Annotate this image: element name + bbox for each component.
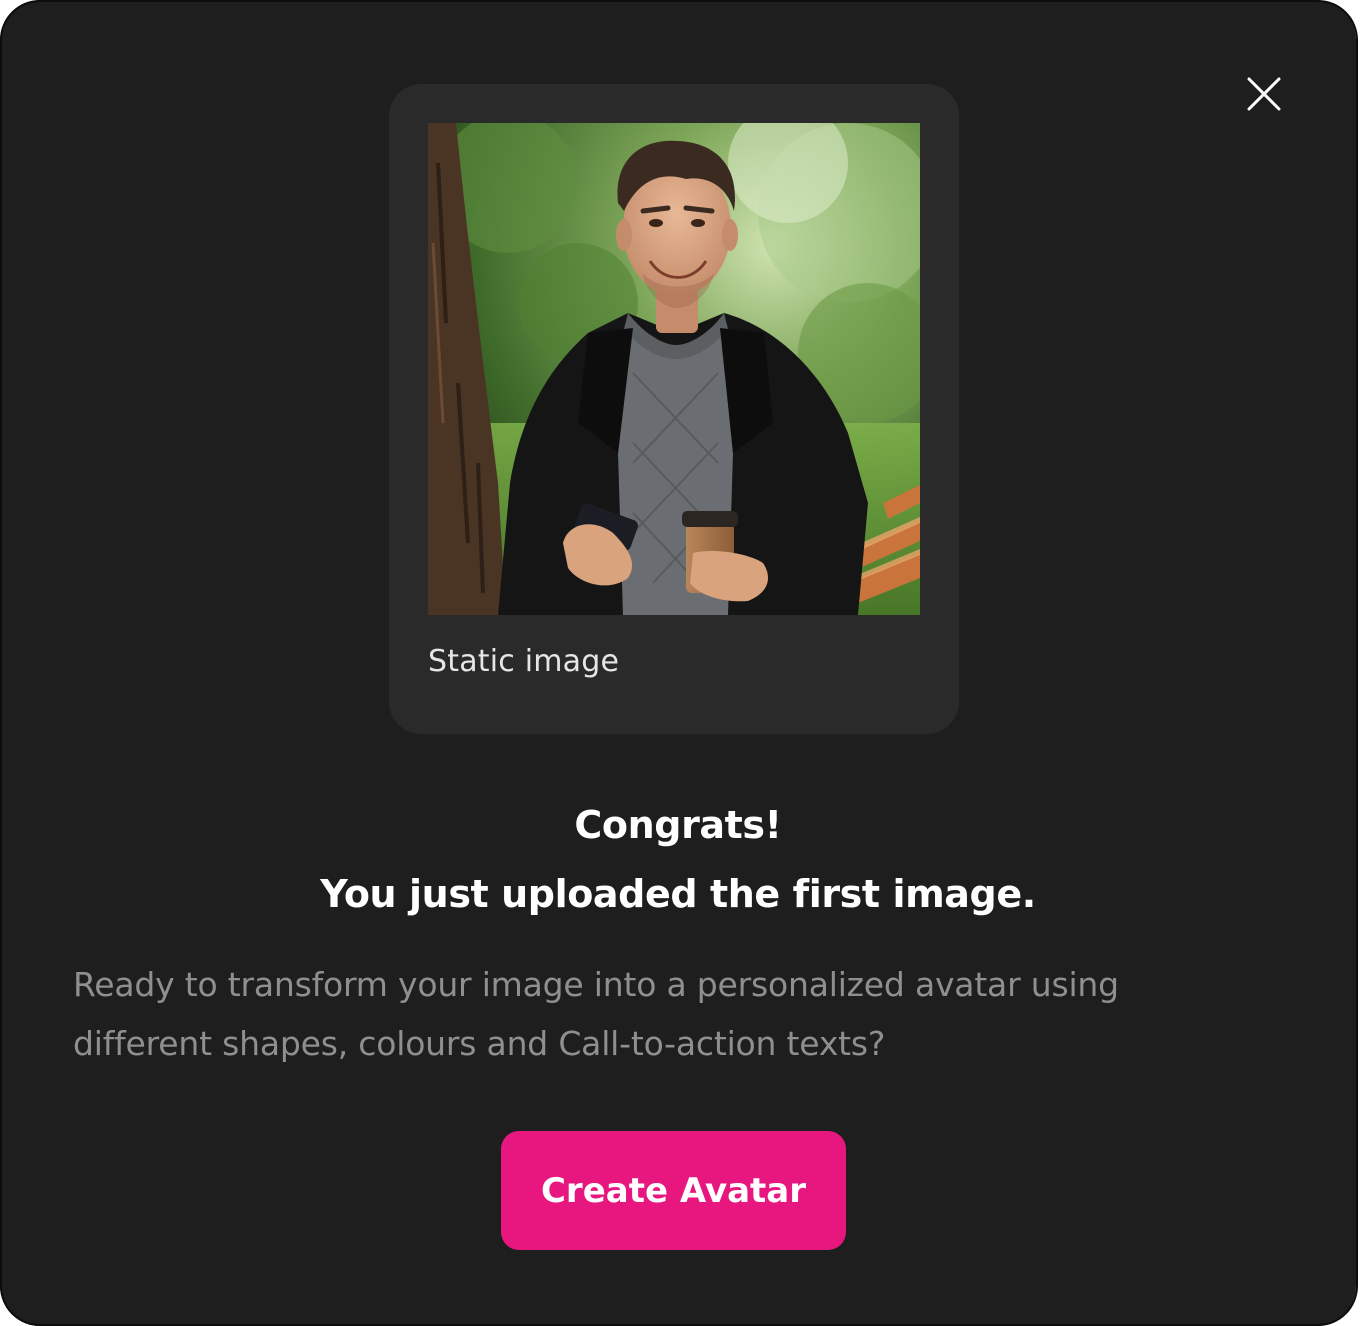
description-text: Ready to transform your image into a per… — [73, 965, 1119, 1063]
person-photo-image — [428, 123, 920, 615]
close-icon — [1247, 77, 1281, 111]
uploaded-photo — [428, 123, 920, 615]
congrats-modal: Static image Congrats! You just uploaded… — [0, 0, 1356, 1326]
preview-label: Static image — [428, 644, 620, 679]
congrats-heading: Congrats! — [574, 803, 782, 847]
create-avatar-button[interactable]: Create Avatar — [501, 1131, 846, 1250]
image-preview-card: Static image — [389, 84, 959, 734]
close-button[interactable] — [1240, 70, 1288, 118]
upload-success-heading: You just uploaded the first image. — [320, 872, 1036, 916]
